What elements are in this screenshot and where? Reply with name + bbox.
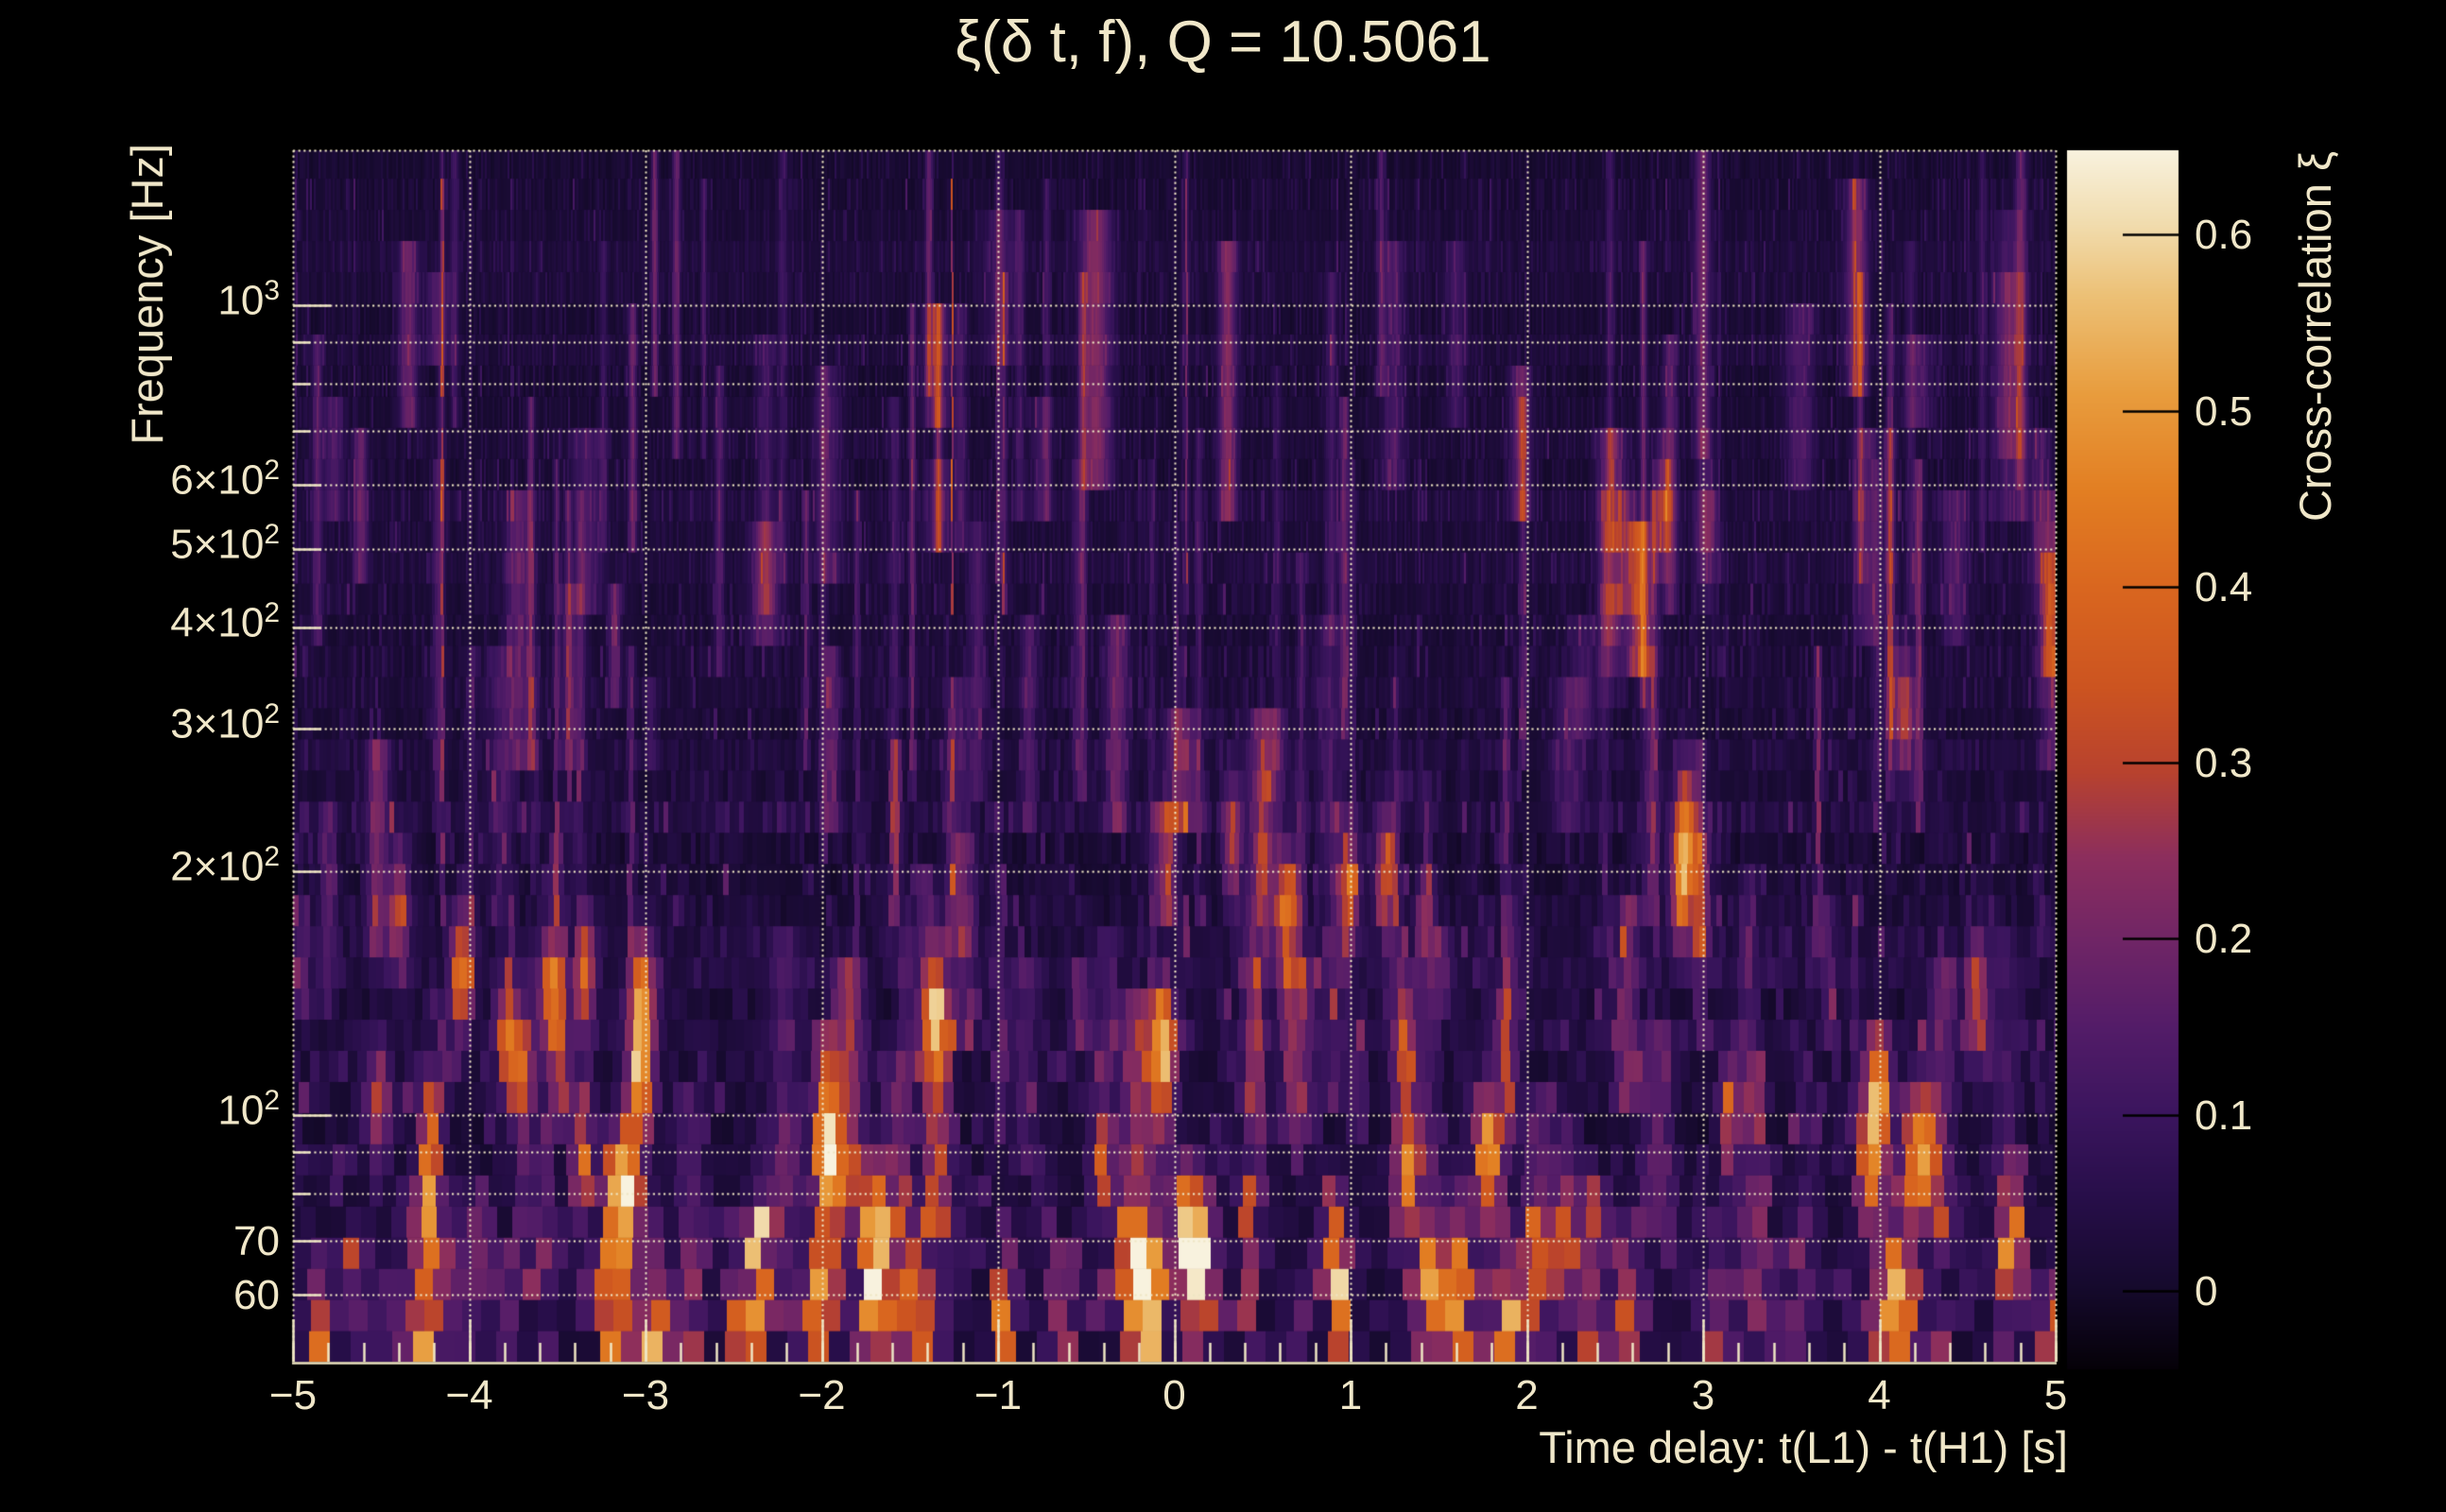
y-tick-label-1000: 103 xyxy=(217,275,280,324)
x-tick-label-5: 5 xyxy=(2043,1372,2068,1418)
x-tick-label--5: −5 xyxy=(268,1372,318,1418)
y-tick-label-300: 3×102 xyxy=(170,698,280,747)
colorbar-tick-label-0.2: 0.2 xyxy=(2195,916,2253,963)
y-tick-label-600: 6×102 xyxy=(170,455,280,504)
heatmap-canvas xyxy=(0,0,2446,1512)
colorbar-tick-label-0: 0 xyxy=(2195,1268,2218,1315)
y-tick-label-70: 70 xyxy=(233,1217,280,1264)
x-tick-label-3: 3 xyxy=(1691,1372,1715,1418)
x-tick-label-4: 4 xyxy=(1868,1372,1891,1418)
y-tick-label-200: 2×102 xyxy=(170,841,280,890)
colorbar-title: Cross-correlation ξ xyxy=(2290,151,2340,522)
y-tick-label-400: 4×102 xyxy=(170,597,280,646)
x-tick-label--1: −1 xyxy=(973,1372,1023,1418)
y-tick-label-100: 102 xyxy=(217,1085,280,1134)
colorbar-tick-label-0.5: 0.5 xyxy=(2195,387,2253,435)
screenshot-root: ξ(δ t, f), Q = 10.5061 Frequency [Hz] Ti… xyxy=(0,0,2446,1512)
colorbar-tick-label-0.1: 0.1 xyxy=(2195,1091,2253,1139)
y-tick-label-60: 60 xyxy=(233,1272,280,1319)
x-tick-label-0: 0 xyxy=(1163,1372,1186,1418)
x-tick-label-1: 1 xyxy=(1338,1372,1363,1418)
colorbar-tick-label-0.4: 0.4 xyxy=(2195,563,2253,610)
colorbar-tick-label-0.6: 0.6 xyxy=(2195,212,2253,259)
x-tick-label--3: −3 xyxy=(621,1372,670,1418)
y-tick-label-500: 5×102 xyxy=(170,519,280,568)
colorbar-tick-label-0.3: 0.3 xyxy=(2195,740,2253,787)
x-axis-title: Time delay: t(L1) - t(H1) [s] xyxy=(1539,1422,2068,1472)
page-title: ξ(δ t, f), Q = 10.5061 xyxy=(955,9,1491,75)
x-tick-label--4: −4 xyxy=(445,1372,493,1418)
x-tick-label-2: 2 xyxy=(1515,1372,1539,1418)
x-tick-label--2: −2 xyxy=(798,1372,846,1418)
